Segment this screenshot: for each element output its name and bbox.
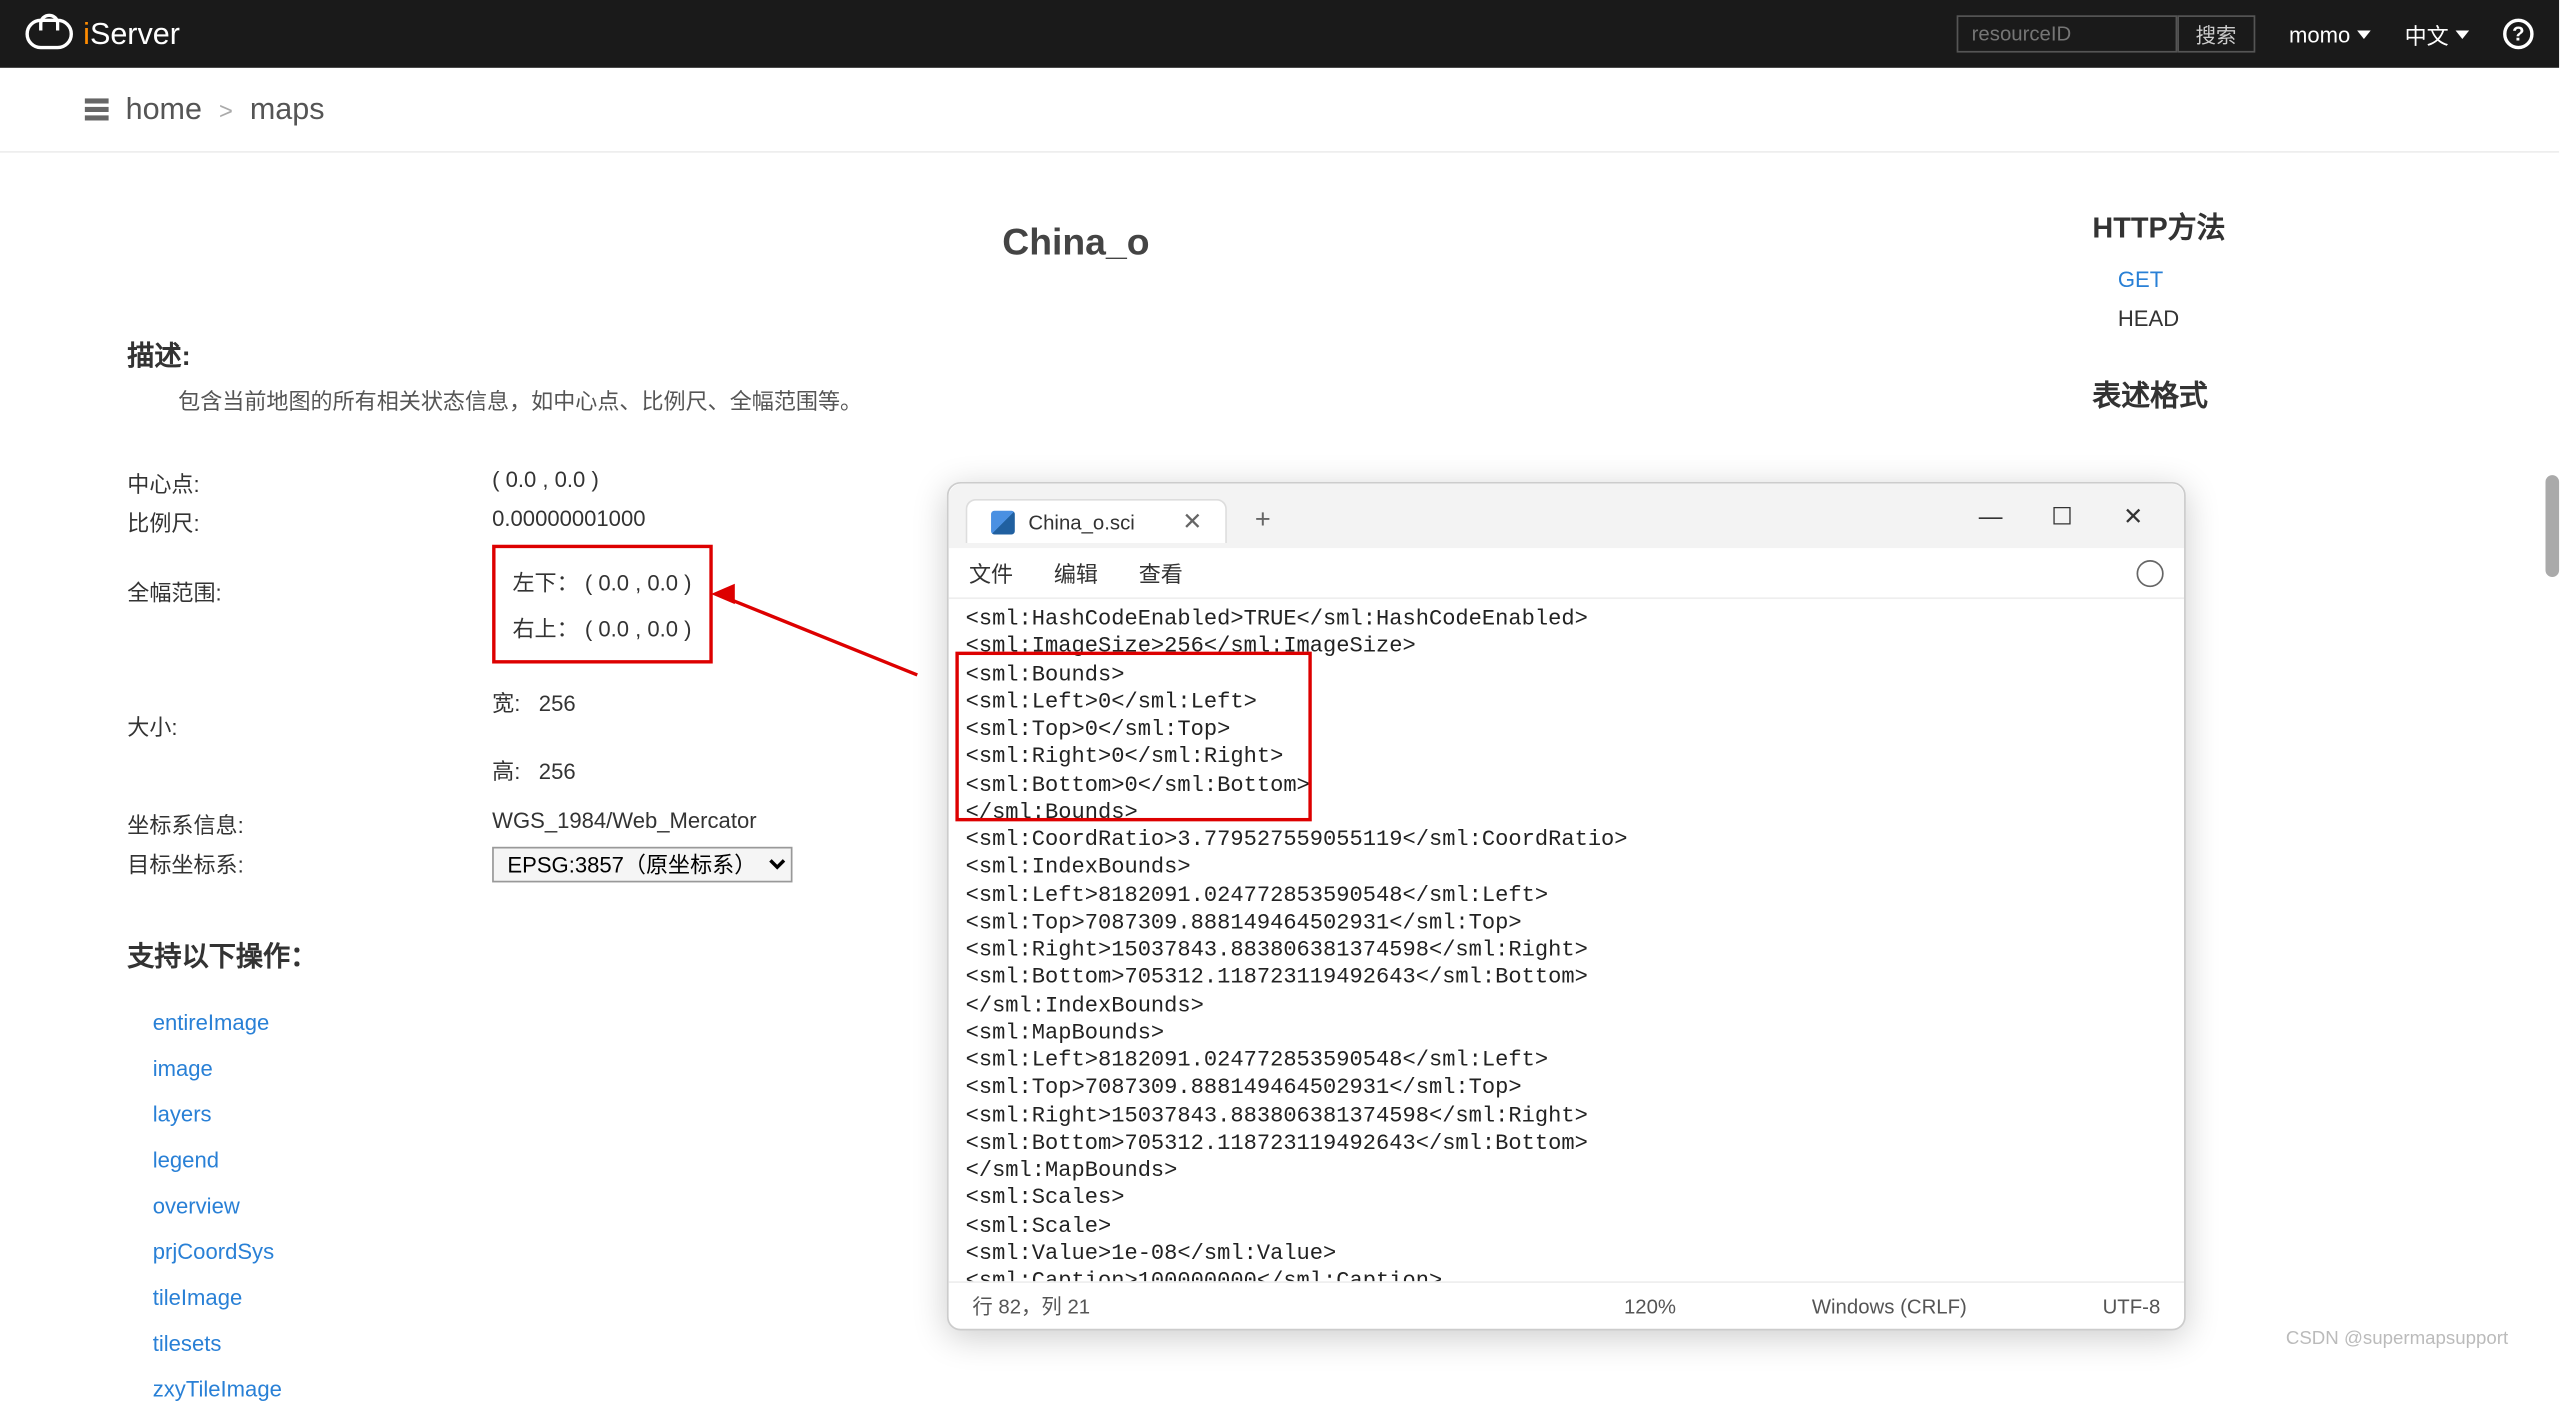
size-height-value: 256: [539, 759, 576, 784]
bounds-label: 全幅范围:: [127, 545, 492, 608]
target-crs-select[interactable]: EPSG:3857（原坐标系）: [492, 847, 792, 883]
chevron-down-icon: [2456, 30, 2470, 38]
http-method-link[interactable]: GET: [2092, 260, 2431, 299]
breadcrumb-current[interactable]: maps: [250, 92, 325, 128]
bounds-rt-label: 右上：: [512, 616, 578, 641]
minimize-button[interactable]: —: [1957, 490, 2025, 541]
annotation-arrow: [721, 560, 942, 628]
status-eol: Windows (CRLF): [1812, 1294, 1967, 1318]
gear-icon[interactable]: [2137, 559, 2164, 586]
center-value: ( 0.0 , 0.0 ): [492, 467, 599, 499]
size-height-label: 高:: [492, 759, 520, 784]
bounds-box-highlighted: 左下： ( 0.0 , 0.0 ) 右上： ( 0.0 , 0.0 ): [492, 545, 712, 664]
notepad-tab[interactable]: China_o.sci ✕: [966, 499, 1228, 543]
maximize-button[interactable]: ☐: [2028, 490, 2096, 541]
menu-file[interactable]: 文件: [969, 557, 1013, 589]
notepad-text-content[interactable]: <sml:HashCodeEnabled>TRUE</sml:HashCodeE…: [949, 599, 2184, 1281]
search-input[interactable]: [1956, 15, 2177, 52]
bounds-rt-value: ( 0.0 , 0.0 ): [585, 616, 692, 641]
brand-text: iServer: [83, 16, 180, 52]
breadcrumb-home[interactable]: home: [126, 92, 202, 128]
close-window-button[interactable]: ✕: [2099, 490, 2167, 541]
language-menu[interactable]: 中文: [2405, 18, 2470, 50]
menu-view[interactable]: 查看: [1139, 557, 1183, 589]
help-icon[interactable]: ?: [2503, 19, 2534, 50]
notepad-menubar: 文件 编辑 查看: [949, 548, 2184, 599]
crs-value: WGS_1984/Web_Mercator: [492, 808, 756, 840]
description-text: 包含当前地图的所有相关状态信息，如中心点、比例尺、全幅范围等。: [178, 384, 2024, 416]
notepad-statusbar: 行 82，列 21 120% Windows (CRLF) UTF-8: [949, 1281, 2184, 1329]
menu-icon[interactable]: [85, 98, 109, 120]
close-tab-icon[interactable]: ✕: [1148, 507, 1202, 536]
header-right: 搜索 momo 中文 ?: [1956, 15, 2533, 52]
chevron-down-icon: [2357, 30, 2371, 38]
crs-label: 坐标系信息:: [127, 808, 492, 840]
page-title: China_o: [127, 221, 2024, 265]
notepad-file-icon: [991, 510, 1015, 534]
http-methods-title: HTTP方法: [2092, 204, 2431, 246]
watermark: CSDN @supermapsupport: [2286, 1329, 2508, 1349]
bounds-lb-value: ( 0.0 , 0.0 ): [585, 570, 692, 595]
status-position: 行 82，列 21: [972, 1291, 1090, 1320]
http-method-text: HEAD: [2092, 299, 2431, 338]
size-width-label: 宽:: [492, 691, 520, 716]
user-menu[interactable]: momo: [2289, 21, 2371, 46]
notepad-titlebar[interactable]: China_o.sci ✕ + — ☐ ✕: [949, 484, 2184, 548]
cloud-icon: [25, 19, 73, 50]
center-label: 中心点:: [127, 467, 492, 499]
representation-title: 表述格式: [2092, 372, 2431, 414]
breadcrumb-separator: >: [219, 96, 233, 123]
status-zoom: 120%: [1624, 1294, 1676, 1318]
status-encoding: UTF-8: [2103, 1294, 2161, 1318]
page-scrollbar[interactable]: [2546, 475, 2560, 577]
notepad-window: China_o.sci ✕ + — ☐ ✕ 文件 编辑 查看 <sml:Hash…: [947, 482, 2186, 1331]
target-crs-label: 目标坐标系:: [127, 847, 492, 883]
brand-logo[interactable]: iServer: [25, 16, 179, 52]
description-label: 描述:: [127, 333, 2024, 374]
top-bar: iServer 搜索 momo 中文 ?: [0, 0, 2559, 68]
scale-label: 比例尺:: [127, 506, 492, 538]
size-label: 大小:: [127, 709, 492, 741]
search-button[interactable]: 搜索: [2177, 15, 2255, 52]
new-tab-icon[interactable]: +: [1255, 506, 1271, 537]
bounds-lb-label: 左下：: [512, 570, 578, 595]
scale-value: 0.00000001000: [492, 506, 645, 538]
notepad-tab-title: China_o.sci: [1028, 510, 1134, 534]
op-link[interactable]: zxyTileImage: [127, 1366, 2024, 1412]
breadcrumb: home > maps: [0, 68, 2559, 153]
menu-edit[interactable]: 编辑: [1054, 557, 1098, 589]
size-width-value: 256: [539, 691, 576, 716]
